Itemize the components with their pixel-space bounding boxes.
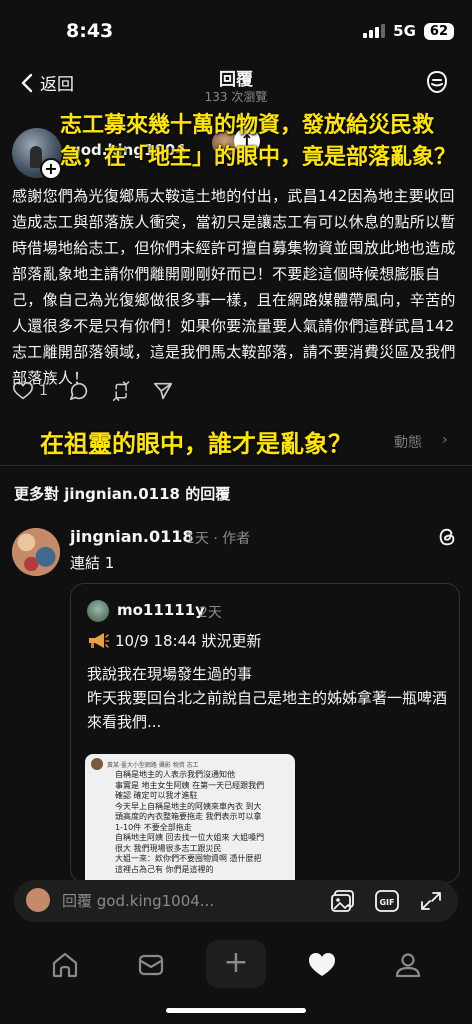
quote-avatar — [87, 600, 109, 622]
quote-image[interactable]: 黃某‧臺大小型網路 攝影 物資 志工 自稱是地主的人表示我們沒通知他 事實是 地… — [85, 754, 295, 882]
divider — [0, 465, 472, 466]
send-icon — [153, 382, 172, 400]
create-post-button[interactable]: + — [206, 940, 266, 988]
quoted-post-card[interactable]: mo11111y 2天 10/9 18:44 狀況更新 我說我在現場發生過的事 … — [70, 583, 460, 883]
share-button[interactable] — [152, 380, 174, 402]
like-count: 1 — [39, 383, 48, 399]
view-count: 133 次瀏覽 — [204, 90, 268, 104]
gif-icon[interactable]: GIF — [374, 889, 400, 913]
image-avatar — [91, 758, 103, 770]
battery-icon: 62 — [423, 22, 454, 40]
threads-logo-icon[interactable] — [436, 526, 458, 548]
image-author: 黃某‧臺大小型網路 攝影 物資 志工 — [107, 761, 199, 769]
svg-text:GIF: GIF — [379, 898, 394, 907]
image-text: 自稱是地主的人表示我們沒通知他 事實是 地主女生阿姨 在第一天已經跟我們確認 確… — [115, 770, 265, 874]
status-indicators: 5G 62 — [363, 22, 454, 40]
quote-status-line: 10/9 18:44 狀況更新 — [87, 630, 261, 651]
repost-button[interactable] — [110, 380, 132, 402]
home-icon[interactable] — [50, 950, 80, 980]
quote-body: 我說我在現場發生過的事 昨天我要回台北之前說自己是地主的姊姊拿著一瓶啤酒來看我們… — [87, 665, 448, 731]
heart-filled-icon[interactable] — [307, 950, 337, 980]
comment-icon — [69, 382, 88, 401]
related-activity-link[interactable]: 動態 — [394, 432, 422, 452]
gallery-icon[interactable] — [330, 889, 356, 913]
follow-plus-icon[interactable]: + — [40, 158, 62, 180]
more-replies-heading: 更多對 jingnian.0118 的回覆 — [14, 485, 231, 503]
post-text: 感謝您們為光復鄉馬太鞍這土地的付出，武昌142因為地主要收回造成志工與部落族人衝… — [12, 187, 456, 387]
quote-time: 2天 — [199, 605, 222, 621]
threads-activity-icon[interactable] — [424, 70, 450, 96]
reply-username[interactable]: jingnian.0118 — [70, 527, 193, 546]
repost-icon — [112, 381, 130, 401]
overlay-title: 志工募來幾十萬的物資，發放給災民救急，在「地主」的眼中，竟是部落亂象？ — [60, 113, 457, 170]
composer-avatar — [26, 888, 50, 912]
chevron-right-icon[interactable]: › — [442, 432, 448, 448]
megaphone-icon — [89, 632, 109, 648]
quote-username: mo11111y — [117, 601, 205, 619]
expand-icon[interactable] — [418, 889, 444, 913]
heart-icon — [13, 381, 33, 400]
post-actions: 1 — [12, 380, 174, 402]
signal-icon — [363, 24, 386, 38]
page-title: 回覆 — [219, 70, 253, 90]
status-time: 8:43 — [66, 20, 114, 42]
reply-avatar[interactable] — [12, 528, 60, 576]
comment-button[interactable] — [68, 380, 90, 402]
home-indicator — [166, 1008, 306, 1013]
reply-meta: 1天 · 作者 — [186, 531, 251, 547]
network-label: 5G — [393, 22, 416, 40]
reply-text: 連結 1 — [70, 554, 115, 572]
quote-status-text: 10/9 18:44 狀況更新 — [115, 632, 262, 650]
reply-input[interactable]: 回覆 god.king1004... — [62, 890, 214, 911]
overlay-bottom-caption: 在祖靈的眼中，誰才是亂象？ — [40, 430, 352, 458]
like-button[interactable]: 1 — [12, 380, 48, 402]
inbox-icon[interactable] — [136, 950, 166, 980]
profile-icon[interactable] — [393, 950, 423, 980]
